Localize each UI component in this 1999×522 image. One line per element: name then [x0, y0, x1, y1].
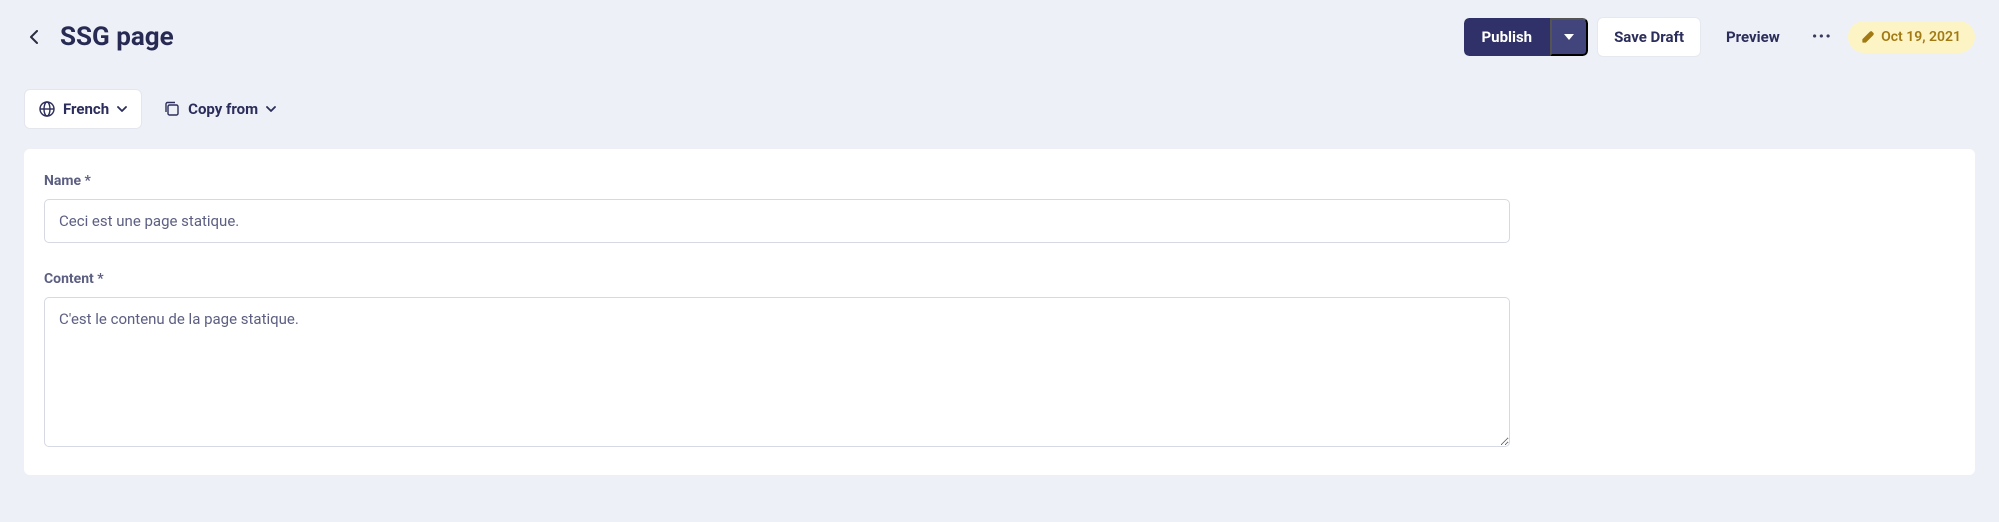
- caret-down-icon: [1564, 34, 1574, 40]
- back-button[interactable]: [24, 27, 44, 47]
- content-textarea[interactable]: [44, 297, 1510, 447]
- chevron-down-icon: [266, 106, 276, 112]
- copy-from-label: Copy from: [188, 100, 258, 118]
- publish-dropdown-button[interactable]: [1550, 18, 1588, 56]
- page-title: SSG page: [60, 22, 174, 52]
- name-label: Name *: [44, 173, 1510, 189]
- name-input[interactable]: [44, 199, 1510, 243]
- date-text: Oct 19, 2021: [1881, 29, 1961, 45]
- chevron-down-icon: [117, 106, 127, 112]
- globe-icon: [39, 101, 55, 117]
- copy-from-button[interactable]: Copy from: [158, 90, 282, 128]
- form-card: Name * Content *: [24, 149, 1975, 475]
- language-label: French: [63, 100, 109, 118]
- ellipsis-icon: ···: [1812, 26, 1832, 47]
- content-label: Content *: [44, 271, 1510, 287]
- preview-button[interactable]: Preview: [1710, 18, 1796, 56]
- more-actions-button[interactable]: ···: [1806, 16, 1838, 57]
- publish-button[interactable]: Publish: [1464, 18, 1551, 56]
- pencil-icon: [1862, 30, 1875, 43]
- chevron-left-icon: [29, 30, 39, 44]
- copy-icon: [164, 101, 180, 117]
- save-draft-button[interactable]: Save Draft: [1598, 18, 1700, 56]
- language-selector[interactable]: French: [24, 89, 142, 129]
- date-badge: Oct 19, 2021: [1848, 21, 1975, 53]
